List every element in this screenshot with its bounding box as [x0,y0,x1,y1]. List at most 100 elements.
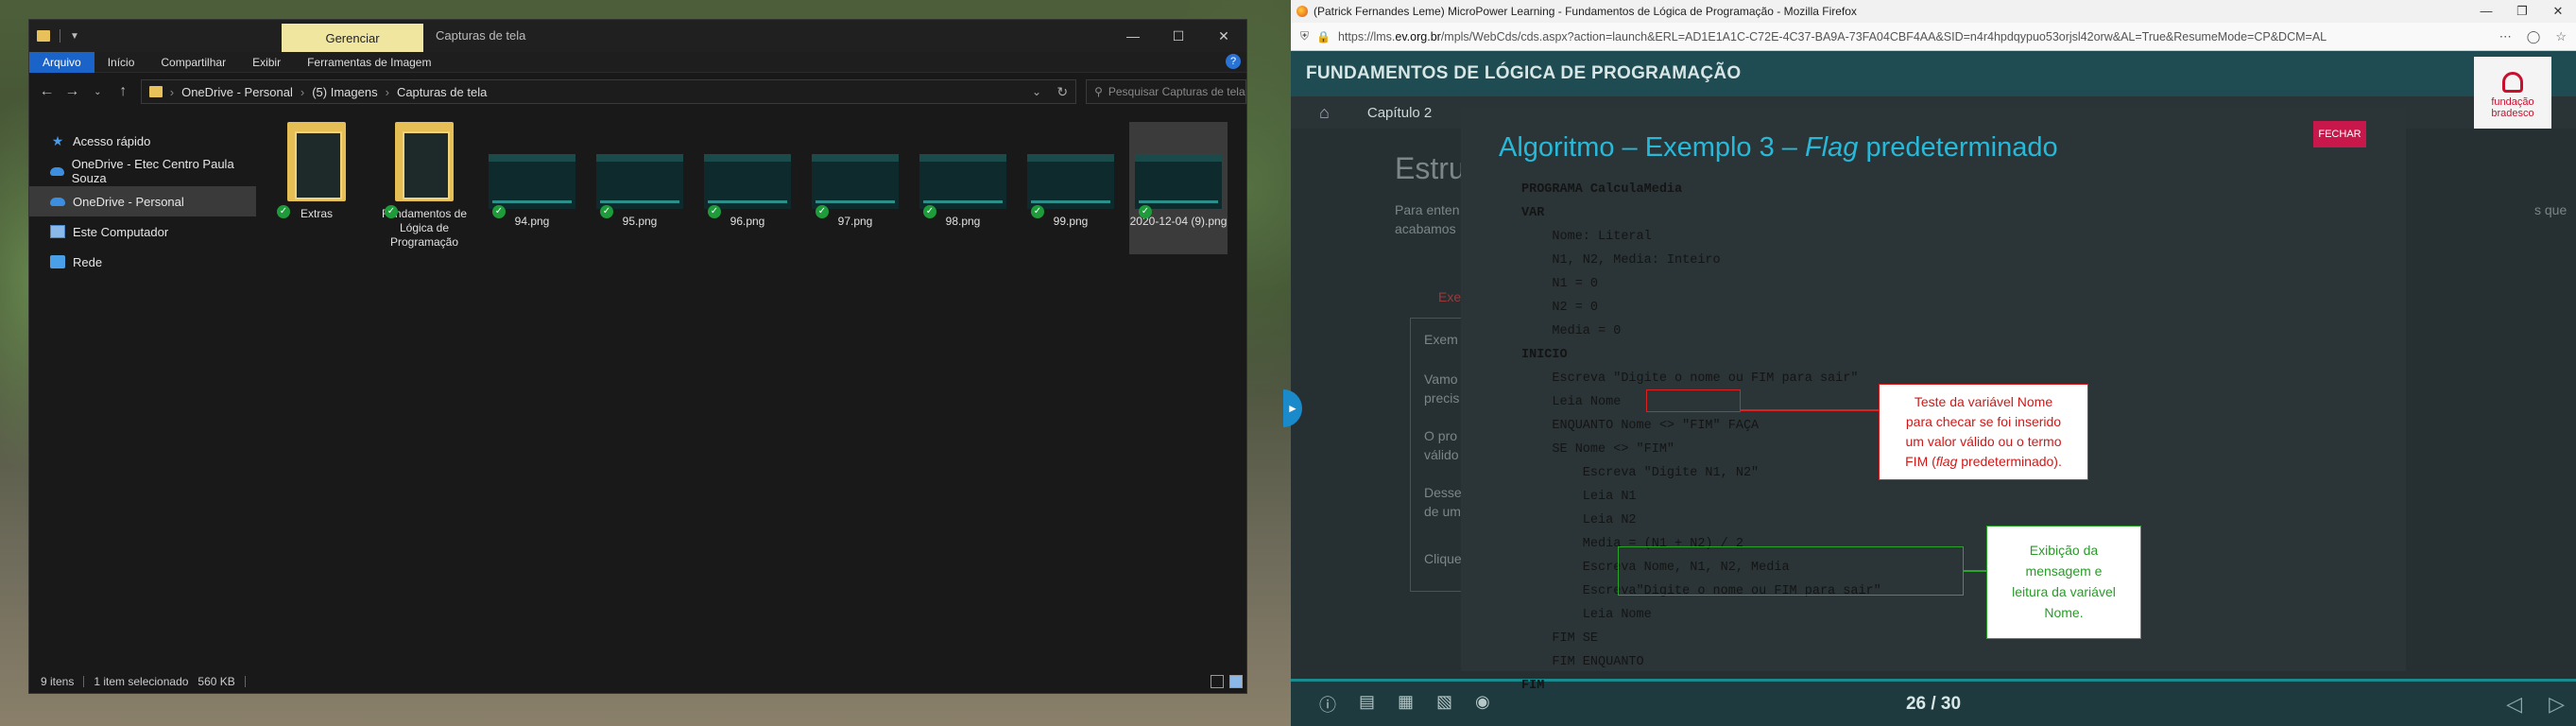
lesson-paragraph: acabamos [1395,221,1456,236]
minimize-icon[interactable]: — [1110,20,1156,52]
item-count: 9 itens [41,675,75,688]
example-tab[interactable]: Exe [1438,289,1461,304]
file-item-extras[interactable]: ✓ Extras [267,122,366,254]
up-arrow-icon[interactable]: ↑ [115,83,131,100]
callout-condition: Teste da variável Nome para checar se fo… [1879,384,2088,480]
document-icon[interactable]: ▤ [1359,692,1375,717]
code-line: PROGRAMA CalculaMedia [1521,182,1683,197]
code-line: Leia N1 [1521,490,1637,504]
home-icon[interactable]: ⌂ [1319,103,1330,123]
code-line: N1 = 0 [1521,277,1599,291]
file-list: ✓ Extras ✓ Fundamentos de Lógica de Prog… [256,111,1248,672]
file-item-fundamentos[interactable]: ✓ Fundamentos de Lógica de Programação [375,122,473,254]
callout-line: Teste da variável Nome [1914,394,2053,409]
back-arrow-icon[interactable]: ← [39,83,55,100]
chapter-label[interactable]: Capítulo 2 [1367,105,1432,121]
example-title: Exem [1424,332,1458,347]
image-thumbnail [812,154,899,209]
sync-check-icon: ✓ [277,205,290,218]
nav-item-rede[interactable]: Rede [29,247,256,277]
selection-count: 1 item selecionado [94,675,189,688]
more-icon[interactable]: ⋯ [2499,29,2512,44]
notes-icon[interactable]: ▦ [1398,692,1414,717]
eye-icon[interactable]: ◉ [1475,692,1490,717]
callout-line: Exibição da [2029,543,2099,558]
search-placeholder: Pesquisar Capturas de tela [1108,85,1245,98]
breadcrumb-separator: › [300,84,305,99]
file-item-98[interactable]: ✓ 98.png [914,122,1012,254]
nav-item-onedrive-etec[interactable]: OneDrive - Etec Centro Paula Souza [29,156,256,186]
maximize-icon[interactable]: ☐ [1156,20,1201,52]
ribbon-tabs: Arquivo Início Compartilhar Exibir Ferra… [29,51,1246,73]
sync-check-icon: ✓ [923,205,936,218]
navigation-pane: ★ Acesso rápido OneDrive - Etec Centro P… [29,111,256,672]
tab-inicio[interactable]: Início [94,52,148,73]
bookmark-star-icon[interactable]: ☆ [2555,29,2567,44]
bradesco-mark-icon [2502,72,2523,93]
previous-page-icon[interactable]: ◁ [2506,692,2522,717]
file-item-2020-12-04[interactable]: ✓ 2020-12-04 (9).png [1129,122,1228,254]
sync-check-icon: ✓ [816,205,829,218]
address-bar[interactable]: › OneDrive - Personal › (5) Imagens › Ca… [140,79,1077,104]
callout-read-name: Exibição da mensagem e leitura da variáv… [1986,526,2141,639]
tab-compartilhar[interactable]: Compartilhar [147,52,239,73]
tab-exibir[interactable]: Exibir [239,52,294,73]
shield-icon[interactable]: ⛨ [1300,29,1309,43]
url-actions: ⋯ ◯ ☆ [2499,29,2567,44]
close-icon[interactable]: ✕ [2540,0,2576,23]
code-line: N1, N2, Media: Inteiro [1521,253,1721,268]
url-text[interactable]: https://lms.ev.org.br/mpls/WebCds/cds.as… [1338,30,2359,43]
recent-dropdown-icon[interactable]: ⌄ [90,87,106,97]
file-item-96[interactable]: ✓ 96.png [698,122,797,254]
nav-item-onedrive-personal[interactable]: OneDrive - Personal [29,186,256,216]
customize-dropdown-icon[interactable]: ▼ [70,31,79,42]
breadcrumb-imagens[interactable]: (5) Imagens [312,85,377,99]
image-thumbnail [919,154,1006,209]
details-view-icon[interactable] [1211,675,1224,688]
breadcrumb-capturas[interactable]: Capturas de tela [397,85,487,99]
close-icon[interactable]: ✕ [1201,20,1246,52]
breadcrumb-onedrive[interactable]: OneDrive - Personal [181,85,293,99]
firefox-logo-icon [1297,6,1308,17]
search-input[interactable]: ⚲ Pesquisar Capturas de tela [1086,79,1247,104]
tab-ferramentas-de-imagem[interactable]: Ferramentas de Imagem [294,52,444,73]
example-text[interactable]: Clique [1424,551,1462,566]
selection-size: 560 KB [197,675,235,688]
nav-item-label: OneDrive - Etec Centro Paula Souza [71,157,234,185]
computer-icon [50,225,65,238]
url-domain: ev.org.br [1395,29,1441,43]
close-button[interactable]: FECHAR [2313,121,2366,147]
callout-line: FIM (flag predeterminado). [1880,452,2087,472]
file-item-94[interactable]: ✓ 94.png [483,122,581,254]
file-item-97[interactable]: ✓ 97.png [806,122,904,254]
ribbon-context-tab[interactable]: Gerenciar [282,24,423,52]
file-item-99[interactable]: ✓ 99.png [1022,122,1120,254]
url-bar[interactable]: ⛨ 🔒 https://lms.ev.org.br/mpls/WebCds/cd… [1291,23,2576,51]
large-icons-view-icon[interactable] [1229,675,1243,688]
lesson-footer: ⓘ ▤ ▦ ▧ ◉ 26 / 30 ◁ ▷ [1291,679,2576,726]
cloud-icon [50,197,65,206]
info-icon[interactable]: ⓘ [1319,692,1336,717]
code-line: Leia N2 [1521,513,1637,527]
next-page-icon[interactable]: ▷ [2549,692,2565,717]
restore-icon[interactable]: ❐ [2504,0,2540,23]
code-line: Escreva "Digite N1, N2" [1521,466,1760,480]
export-icon[interactable]: ▧ [1436,692,1452,717]
pocket-icon[interactable]: ◯ [2527,29,2541,44]
image-thumbnail [1135,154,1222,209]
forward-arrow-icon[interactable]: → [64,83,80,100]
file-item-95[interactable]: ✓ 95.png [591,122,689,254]
window-title: (Patrick Fernandes Leme) MicroPower Lear… [1314,5,1857,18]
refresh-icon[interactable]: ↻ [1056,84,1068,100]
code-line: Nome: Literal [1521,230,1652,244]
minimize-icon[interactable]: — [2468,0,2504,23]
nav-item-acesso-rapido[interactable]: ★ Acesso rápido [29,126,256,156]
lock-icon[interactable]: 🔒 [1316,30,1331,43]
footer-tools: ⓘ ▤ ▦ ▧ ◉ [1291,692,1490,717]
help-icon[interactable]: ? [1226,54,1241,69]
address-dropdown-icon[interactable]: ⌄ [1032,85,1041,98]
nav-item-este-computador[interactable]: Este Computador [29,216,256,247]
tab-arquivo[interactable]: Arquivo [29,51,94,73]
sync-check-icon: ✓ [600,205,613,218]
folder-icon [395,122,454,201]
